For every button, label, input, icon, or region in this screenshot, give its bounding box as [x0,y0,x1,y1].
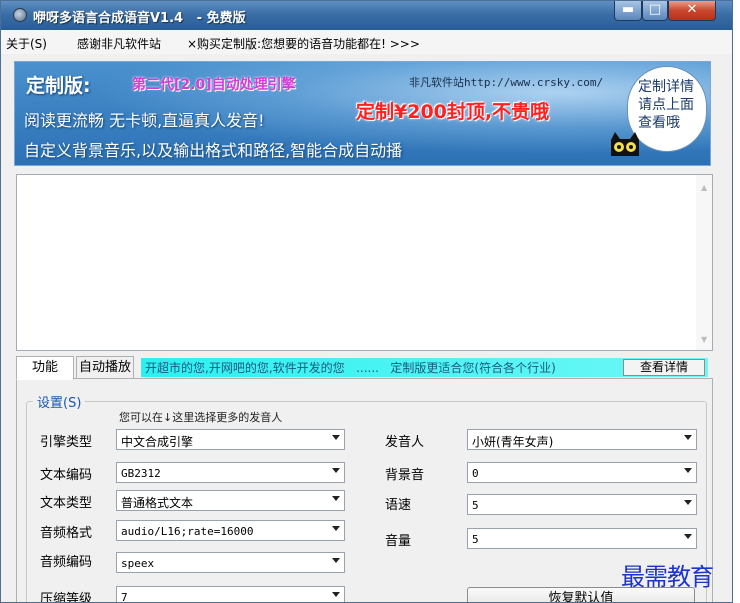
window-title: 咿呀多语言合成语音V1.4 - 免费版 [33,11,246,26]
audio-codec-label: 音频编码 [40,555,93,570]
cat-mascot-icon [611,132,639,156]
banner-read-text: 阅读更流畅 无卡顿,直逼真人发音! [24,111,265,130]
text-encoding-value: GB2312 [121,467,161,480]
chevron-down-icon [332,435,340,440]
chevron-down-icon [332,558,340,563]
text-type-label: 文本类型 [40,496,93,511]
bg-sound-value: 0 [472,467,479,480]
marquee-text: 开超市的您,开网吧的您,软件开发的您 ...... 定制版更适合您(符合各个行业… [145,361,556,375]
volume-select[interactable]: 5 [467,528,697,549]
audio-format-select[interactable]: audio/L16;rate=16000 [116,520,345,541]
volume-label: 音量 [385,534,412,549]
speaker-hint: 您可以在↓这里选择更多的发音人 [119,411,283,424]
volume-value: 5 [472,533,479,546]
close-button[interactable]: ✕ [668,1,716,21]
text-encoding-label: 文本编码 [40,468,93,483]
bg-sound-label: 背景音 [385,468,425,483]
audio-codec-select[interactable]: speex [116,552,345,573]
engine-type-select[interactable]: 中文合成引擎 [116,429,345,450]
text-encoding-select[interactable]: GB2312 [116,462,345,483]
text-scrollbar[interactable]: ▲ ▼ [696,175,712,350]
chevron-down-icon [684,468,692,473]
app-window: 咿呀多语言合成语音V1.4 - 免费版 ▬ □ ✕ 关于(S) 感谢非凡软件站 … [0,0,733,603]
compression-label: 压缩等级 [40,592,93,603]
promo-banner[interactable]: 定制版: 第二代[2.0]自动处理引擎 非凡软件站http://www.crsk… [14,61,711,166]
chevron-down-icon [684,534,692,539]
audio-codec-value: speex [121,557,155,570]
chevron-down-icon [332,592,340,597]
chevron-down-icon [332,526,340,531]
banner-engine-text: 第二代[2.0]自动处理引擎 [132,77,296,93]
text-type-value: 普通格式文本 [121,496,194,510]
engine-type-value: 中文合成引擎 [121,435,194,449]
speed-label: 语速 [385,498,412,513]
bg-sound-select[interactable]: 0 [467,462,697,483]
menu-thanks[interactable]: 感谢非凡软件站 [77,35,161,52]
promo-marquee: 开超市的您,开网吧的您,软件开发的您 ...... 定制版更适合您(符合各个行业… [141,358,708,377]
chevron-down-icon [332,468,340,473]
function-panel: 设置(S) 您可以在↓这里选择更多的发音人 引擎类型 中文合成引擎 文本编码 G… [16,378,713,603]
banner-custom-label: 定制版: [26,75,91,97]
menu-buy-custom[interactable]: ×购买定制版:您想要的语音功能都在! >>> [187,35,420,52]
engine-type-label: 引擎类型 [40,435,93,450]
app-icon [13,8,27,22]
settings-group-title: 设置(S) [33,392,86,411]
banner-site-link[interactable]: 非凡软件站http://www.crsky.com/ [409,74,603,90]
chevron-down-icon [684,500,692,505]
speed-value: 5 [472,499,479,512]
speaker-label: 发音人 [385,435,425,450]
banner-price-text: 定制¥200封顶,不贵哦 [356,101,550,123]
audio-format-label: 音频格式 [40,526,93,541]
tab-function[interactable]: 功能 [16,356,74,380]
title-bar[interactable]: 咿呀多语言合成语音V1.4 - 免费版 ▬ □ ✕ [1,1,732,30]
bubble-text[interactable]: 定制详情请点上面查看哦 [638,78,700,132]
menu-about[interactable]: 关于(S) [6,35,47,52]
speed-select[interactable]: 5 [467,494,697,515]
scroll-up-icon[interactable]: ▲ [701,183,707,192]
maximize-button[interactable]: □ [642,1,668,21]
speaker-select[interactable]: 小妍(青年女声) [467,429,697,450]
menu-bar: 关于(S) 感谢非凡软件站 ×购买定制版:您想要的语音功能都在! >>> [1,30,732,54]
audio-format-value: audio/L16;rate=16000 [121,525,254,538]
text-input-area[interactable] [16,174,713,351]
tab-strip: 功能 自动播放 开超市的您,开网吧的您,软件开发的您 ...... 定制版更适合… [16,356,711,380]
view-details-button[interactable]: 查看详情 [623,359,705,376]
chevron-down-icon [332,496,340,501]
chevron-down-icon [684,435,692,440]
watermark: 最需教育 [621,563,714,591]
text-type-select[interactable]: 普通格式文本 [116,490,345,511]
minimize-button[interactable]: ▬ [614,1,642,21]
compression-select[interactable]: 7 [116,586,345,603]
compression-value: 7 [121,591,128,603]
tab-autoplay[interactable]: 自动播放 [76,356,134,379]
speaker-value: 小妍(青年女声) [472,435,554,449]
banner-custom-text: 自定义背景音乐,以及输出格式和路径,智能合成自动播 [24,141,403,160]
scroll-down-icon[interactable]: ▼ [701,335,707,344]
